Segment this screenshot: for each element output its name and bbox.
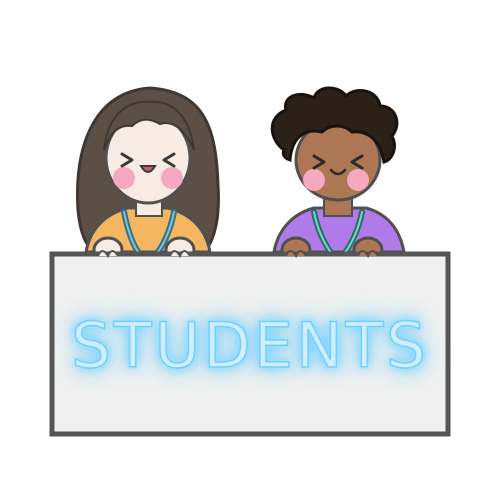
girl-blush-left	[113, 167, 135, 189]
student-girl	[75, 86, 220, 264]
boy-blush-right	[347, 169, 369, 191]
boy-blush-left	[303, 169, 325, 191]
girl-blush-right	[161, 167, 183, 189]
student-boy	[270, 86, 406, 264]
sign-label: STUDENTS	[71, 308, 429, 383]
students-illustration	[49, 86, 451, 437]
sticker-canvas: STUDENTS	[0, 0, 500, 500]
